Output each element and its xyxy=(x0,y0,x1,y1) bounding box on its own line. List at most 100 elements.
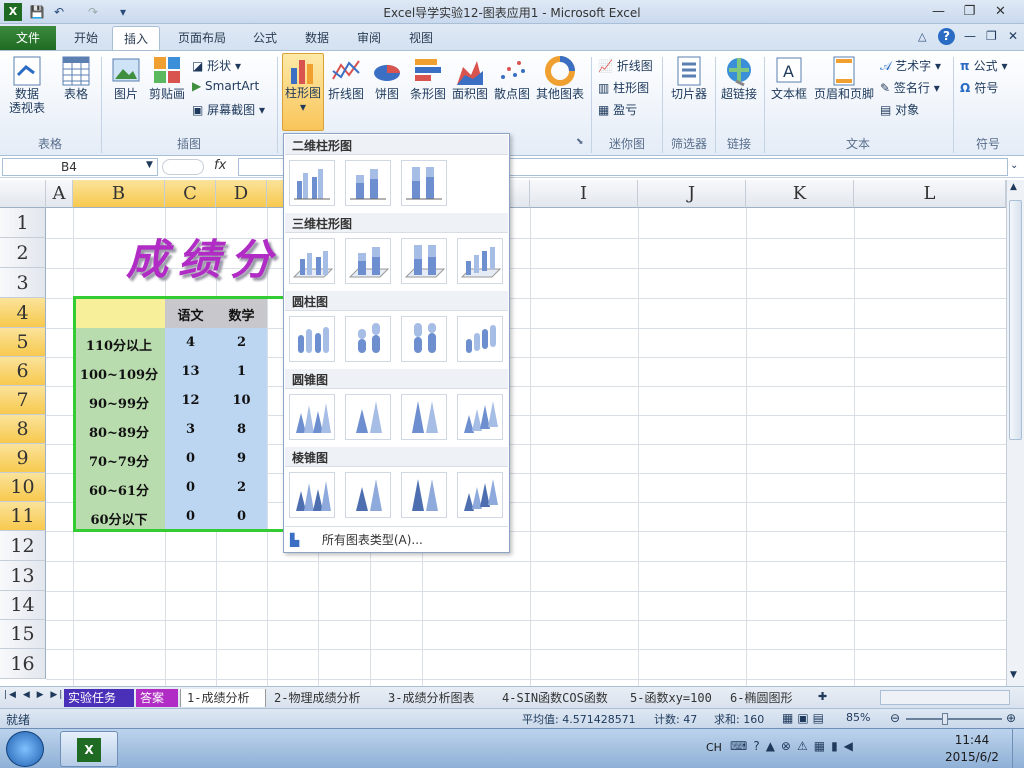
sparkline-winloss-button[interactable]: ▦ 盈亏 xyxy=(598,101,637,118)
tray-icons[interactable]: ⌨?▲⊗⚠▦▮◀ xyxy=(730,739,859,753)
tab-page-layout[interactable]: 页面布局 xyxy=(170,26,234,50)
area-chart-button[interactable]: 面积图 xyxy=(450,55,490,101)
stacked-cone-option[interactable] xyxy=(345,394,391,440)
header-footer-button[interactable]: 页眉和页脚 xyxy=(812,55,876,101)
scroll-down-icon[interactable]: ▼ xyxy=(1010,670,1017,680)
row-label-4[interactable]: 80~89分 xyxy=(73,422,165,441)
sheet-tab-tasks[interactable]: 实验任务 xyxy=(64,689,134,707)
row-header-6[interactable]: 6 xyxy=(0,357,46,386)
collapse-ribbon-icon[interactable]: △ xyxy=(918,30,926,43)
row-header-13[interactable]: 13 xyxy=(0,561,46,591)
input-language[interactable]: CH xyxy=(706,741,722,754)
cell-c6[interactable]: 13 xyxy=(165,364,216,379)
start-button-icon[interactable] xyxy=(6,731,44,767)
cell-c7[interactable]: 12 xyxy=(165,393,216,408)
col-header-i[interactable]: I xyxy=(530,180,638,208)
view-buttons-icon[interactable]: ▦▣▤ xyxy=(782,711,828,725)
tab-view[interactable]: 视图 xyxy=(398,26,444,50)
row-header-4[interactable]: 4 xyxy=(0,298,46,328)
screenshot-button[interactable]: ▣ 屏幕截图 ▾ xyxy=(192,101,265,118)
doc-close-icon[interactable]: ✕ xyxy=(1008,29,1018,43)
cell-d7[interactable]: 10 xyxy=(216,393,267,408)
clipart-button[interactable]: 剪贴画 xyxy=(146,55,188,101)
cell-d10[interactable]: 2 xyxy=(216,480,267,495)
tab-data[interactable]: 数据 xyxy=(294,26,340,50)
cell-c9[interactable]: 0 xyxy=(165,451,216,466)
tab-review[interactable]: 审阅 xyxy=(346,26,392,50)
pivot-table-button[interactable]: 数据 透视表 xyxy=(2,55,52,115)
tab-insert[interactable]: 插入 xyxy=(112,26,160,50)
col-header-a[interactable]: A xyxy=(46,180,73,208)
sheet-tab-3[interactable]: 3-成绩分析图表 xyxy=(384,689,496,707)
cell-c11[interactable]: 0 xyxy=(165,509,216,524)
namebox-dropdown-icon[interactable]: ▼ xyxy=(146,160,153,170)
picture-button[interactable]: 图片 xyxy=(106,55,146,101)
sheet-tab-answers[interactable]: 答案 xyxy=(136,689,178,707)
sheet-nav-icon[interactable]: |◀ ◀ ▶ ▶| xyxy=(4,690,64,700)
bar-chart-button[interactable]: 条形图 xyxy=(408,55,448,101)
minimize-icon[interactable]: — xyxy=(925,2,952,21)
doc-restore-icon[interactable]: ❐ xyxy=(986,29,997,43)
3d-pyramid-option[interactable] xyxy=(457,472,503,518)
cell-c10[interactable]: 0 xyxy=(165,480,216,495)
restore-icon[interactable]: ❐ xyxy=(956,2,983,21)
row-label-1[interactable]: 110分以上 xyxy=(73,335,165,354)
row-header-11[interactable]: 11 xyxy=(0,502,46,531)
sparkline-line-button[interactable]: 📈 折线图 xyxy=(598,57,653,74)
help-icon[interactable]: ? xyxy=(938,28,955,45)
line-chart-button[interactable]: 折线图 xyxy=(326,55,366,101)
stacked-column-option[interactable] xyxy=(345,160,391,206)
wordart-title[interactable]: 成绩分 xyxy=(126,226,282,287)
clustered-column-option[interactable] xyxy=(289,160,335,206)
cell-d6[interactable]: 1 xyxy=(216,364,267,379)
col-header-d[interactable]: D xyxy=(216,180,267,208)
col-header-l[interactable]: L xyxy=(854,180,1006,208)
sheet-tab-5[interactable]: 5-函数xy=100 xyxy=(626,689,724,707)
percent-stacked-cylinder-option[interactable] xyxy=(401,316,447,362)
row-label-3[interactable]: 90~99分 xyxy=(73,393,165,412)
clustered-cone-option[interactable] xyxy=(289,394,335,440)
cell-d5[interactable]: 2 xyxy=(216,335,267,350)
table-button[interactable]: 表格 xyxy=(56,55,96,101)
shapes-button[interactable]: ◪ 形状 ▾ xyxy=(192,57,241,74)
redo-icon[interactable]: ↷ xyxy=(84,3,102,21)
row-header-8[interactable]: 8 xyxy=(0,415,46,444)
tab-home[interactable]: 开始 xyxy=(62,26,110,50)
row-header-5[interactable]: 5 xyxy=(0,328,46,357)
percent-stacked-cone-option[interactable] xyxy=(401,394,447,440)
object-button[interactable]: ▤ 对象 xyxy=(880,101,919,118)
tab-file[interactable]: 文件 xyxy=(0,26,56,50)
3d-clustered-column-option[interactable] xyxy=(289,238,335,284)
sheet-tab-4[interactable]: 4-SIN函数COS函数 xyxy=(498,689,624,707)
3d-cylinder-option[interactable] xyxy=(457,316,503,362)
column-chart-button[interactable]: 柱形图 ▾ xyxy=(282,53,324,131)
wordart-button[interactable]: 𝒜 艺术字 ▾ xyxy=(880,57,941,74)
row-label-2[interactable]: 100~109分 xyxy=(73,364,165,383)
excel-logo-icon[interactable]: X xyxy=(4,3,22,21)
hyperlink-button[interactable]: 超链接 xyxy=(718,55,760,101)
name-box[interactable]: B4 xyxy=(2,158,158,176)
undo-icon[interactable]: ↶ xyxy=(50,3,68,21)
row-header-15[interactable]: 15 xyxy=(0,620,46,649)
stacked-cylinder-option[interactable] xyxy=(345,316,391,362)
3d-column-option[interactable] xyxy=(457,238,503,284)
sparkline-column-button[interactable]: ▥ 柱形图 xyxy=(598,79,649,96)
show-desktop-button[interactable] xyxy=(1012,729,1024,768)
other-charts-button[interactable]: 其他图表 xyxy=(534,55,586,101)
3d-cone-option[interactable] xyxy=(457,394,503,440)
equation-button[interactable]: π 公式 ▾ xyxy=(960,57,1008,74)
clustered-cylinder-option[interactable] xyxy=(289,316,335,362)
horizontal-scrollbar[interactable] xyxy=(880,690,1010,705)
col-header-c[interactable]: C xyxy=(165,180,216,208)
col-header-j[interactable]: J xyxy=(638,180,746,208)
row-header-12[interactable]: 12 xyxy=(0,531,46,561)
col-header-b[interactable]: B xyxy=(73,180,165,208)
chart-dialog-launcher-icon[interactable]: ⬊ xyxy=(576,137,584,147)
taskbar-excel-button[interactable]: X xyxy=(60,731,118,767)
clock-date[interactable]: 2015/6/2 xyxy=(936,750,1008,764)
pie-chart-button[interactable]: 饼图 xyxy=(368,55,406,101)
select-all-corner[interactable] xyxy=(0,180,46,208)
smartart-button[interactable]: ▶ SmartArt xyxy=(192,79,259,93)
row-header-2[interactable]: 2 xyxy=(0,238,46,268)
zoom-out-icon[interactable]: ⊖ xyxy=(890,711,900,725)
